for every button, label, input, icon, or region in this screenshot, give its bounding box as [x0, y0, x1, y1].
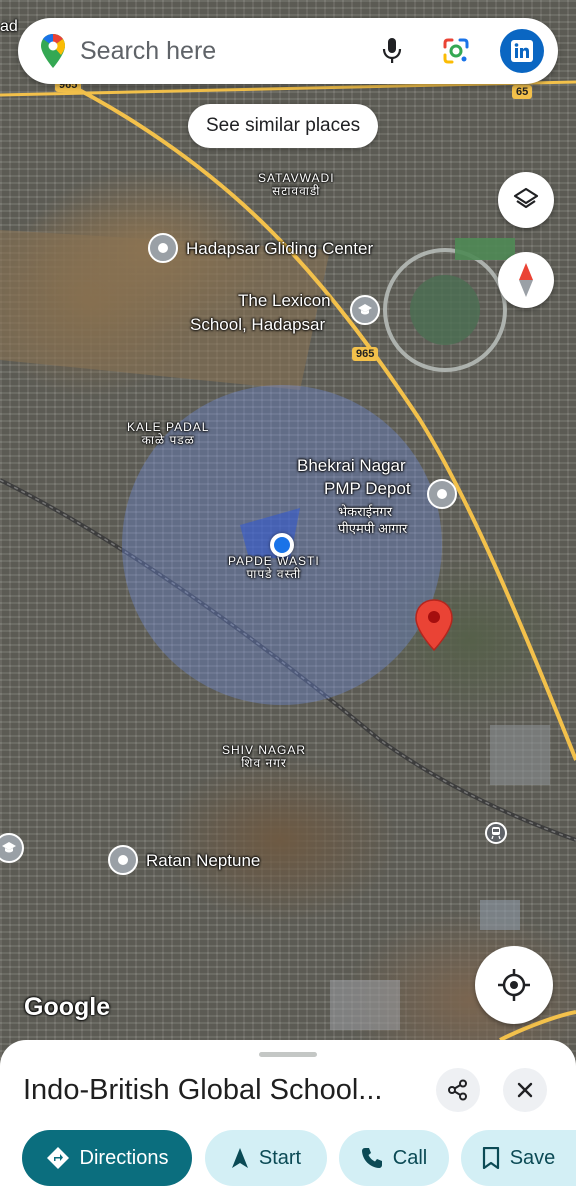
google-lens-icon[interactable] [442, 37, 470, 65]
google-maps-logo-icon [41, 34, 65, 68]
area-label-kale-padal: KALE PADAL काळे पडळ [127, 421, 209, 447]
navigation-arrow-icon [231, 1148, 248, 1168]
area-label-shiv-nagar: SHIV NAGAR शिव नगर [222, 744, 306, 770]
layers-icon [513, 187, 539, 209]
linkedin-account-avatar[interactable] [500, 29, 544, 73]
close-button[interactable] [503, 1068, 547, 1112]
poi-pin-icon[interactable] [108, 845, 138, 875]
poi-label-gliding-center[interactable]: Hadapsar Gliding Center [186, 239, 373, 259]
area-label-local: शिव नगर [241, 756, 287, 770]
current-location-dot [270, 533, 294, 557]
area-label-local: सटाववाडी [272, 184, 321, 198]
poi-pin-icon[interactable] [427, 479, 457, 509]
my-location-button[interactable] [475, 946, 553, 1024]
start-button[interactable]: Start [205, 1130, 327, 1186]
close-icon [517, 1082, 533, 1098]
directions-label: Directions [79, 1146, 169, 1169]
place-title[interactable]: Indo-British Global School... [23, 1074, 382, 1107]
poi-label-bhekrai-line2[interactable]: PMP Depot [324, 479, 411, 499]
layers-button[interactable] [498, 172, 554, 228]
crosshair-icon [498, 969, 530, 1001]
poi-pin-icon[interactable] [148, 233, 178, 263]
edge-label: ad [0, 18, 18, 35]
phone-icon [361, 1148, 382, 1168]
area-label-local: पापडे वस्ती [246, 567, 302, 581]
bookmark-icon [482, 1147, 499, 1169]
road-shield-965: 965 [352, 347, 379, 361]
area-label-satavwadi: SATAVWADI सटाववाडी [258, 172, 335, 198]
share-icon [448, 1079, 467, 1101]
directions-icon [46, 1147, 69, 1169]
area-label-papde-wasti: PAPDE WASTI पापडे वस्ती [228, 555, 320, 581]
school-pin-icon[interactable] [350, 295, 380, 325]
poi-label-bhekrai-local1: भेकराईनगर [338, 504, 393, 519]
place-bottom-sheet[interactable]: Indo-British Global School... Directions… [0, 1040, 576, 1199]
compass-button[interactable] [498, 252, 554, 308]
poi-label-bhekrai-local2: पीएमपी आगार [338, 521, 408, 536]
save-label: Save [509, 1146, 556, 1169]
poi-label-bhekrai-line1[interactable]: Bhekrai Nagar [297, 456, 406, 476]
linkedin-icon [511, 40, 533, 62]
road-shield-65: 65 [512, 85, 533, 99]
search-input[interactable]: Search here [80, 37, 382, 66]
start-label: Start [258, 1146, 302, 1169]
call-button[interactable]: Call [339, 1130, 449, 1186]
poi-label-lexicon-line2[interactable]: School, Hadapsar [190, 315, 325, 335]
directions-button[interactable]: Directions [22, 1130, 192, 1186]
map-canvas[interactable]: 965 65 965 ad SATAVWADI सटाववाडी Hadapsa… [0, 0, 576, 1199]
poi-label-ratan-neptune[interactable]: Ratan Neptune [146, 851, 260, 871]
poi-label-lexicon-line1[interactable]: The Lexicon [238, 291, 331, 311]
train-station-icon[interactable] [485, 822, 507, 844]
microphone-icon[interactable] [382, 37, 402, 65]
google-watermark: Google [24, 993, 111, 1021]
area-label-local: काळे पडळ [141, 433, 195, 447]
share-button[interactable] [436, 1068, 480, 1112]
save-button[interactable]: Save [461, 1130, 576, 1186]
search-bar[interactable]: Search here [18, 18, 558, 84]
drag-handle[interactable] [259, 1052, 317, 1057]
see-similar-places-chip[interactable]: See similar places [188, 104, 379, 148]
compass-icon [519, 263, 533, 297]
call-label: Call [392, 1146, 428, 1169]
destination-pin-icon[interactable] [414, 598, 454, 652]
